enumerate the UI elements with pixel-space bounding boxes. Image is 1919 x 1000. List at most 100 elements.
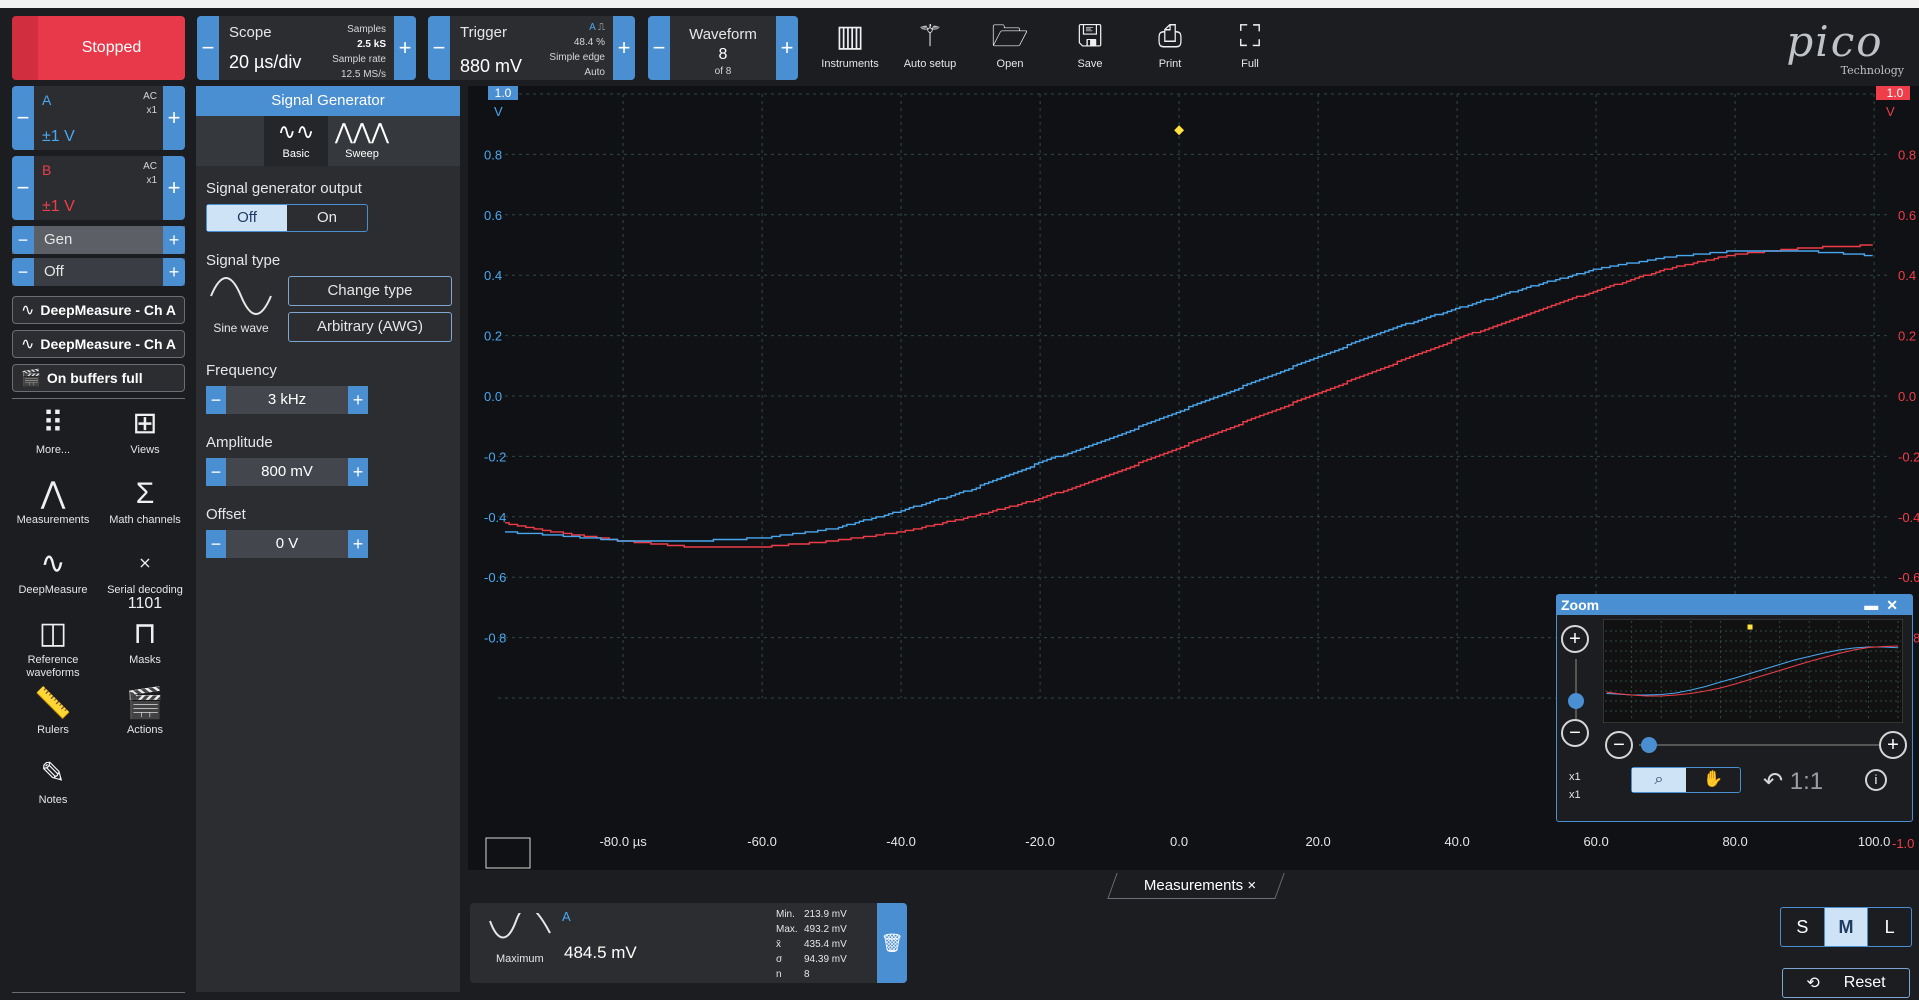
zoom-out-horizontal-button[interactable]: −	[1605, 731, 1633, 759]
x-tick-label: 80.0	[1722, 834, 1747, 849]
vertical-zoom-track[interactable]	[1575, 659, 1577, 719]
size-medium-button[interactable]: M	[1824, 908, 1869, 946]
offset-decrease[interactable]: −	[206, 530, 226, 558]
full-screen-button[interactable]: ⛶ Full	[1215, 16, 1285, 70]
horizontal-zoom-track[interactable]	[1639, 744, 1879, 746]
measurement-channel: A	[562, 909, 571, 924]
offset-increase[interactable]: +	[348, 530, 368, 558]
amplitude-decrease[interactable]: −	[206, 458, 226, 486]
print-icon: ⎙	[1158, 20, 1182, 53]
zoom-panel: Zoom ▬✕ + − − + x1 x1 ⌕ ✋ ↶ 1:1 i	[1556, 594, 1913, 822]
channel-a-range-decrease[interactable]: −	[12, 86, 34, 150]
measurement-name: Maximum	[496, 953, 544, 965]
x-tick-label: -40.0	[886, 834, 916, 849]
trash-icon: 🗑	[880, 933, 904, 953]
signal-type-label: Signal type	[206, 252, 281, 269]
fullscreen-icon: ⛶	[1239, 20, 1261, 53]
generator-row[interactable]: − Gen +	[12, 226, 185, 254]
measurement-value: 484.5 mV	[564, 943, 637, 962]
generator-state-decrease[interactable]: −	[12, 258, 34, 286]
change-type-button[interactable]: Change type	[288, 276, 452, 306]
generator-decrease[interactable]: −	[12, 226, 34, 254]
amplitude-label: Amplitude	[206, 434, 273, 451]
close-icon[interactable]: ✕	[1886, 597, 1906, 613]
scope-label: Scope	[229, 24, 272, 41]
notes-tool[interactable]: ✎ Notes	[8, 754, 98, 807]
deepmeasure-tool[interactable]: ∿ DeepMeasure	[8, 544, 98, 597]
generator-state-row[interactable]: − Off +	[12, 258, 185, 286]
zoom-in-vertical-button[interactable]: +	[1561, 625, 1589, 653]
open-button[interactable]: 🗁 Open	[975, 16, 1045, 70]
deepmeasure-pill-2[interactable]: ∿ DeepMeasure - Ch A	[12, 330, 185, 358]
offset-stepper[interactable]: − 0 V +	[206, 530, 368, 558]
offset-value[interactable]: 0 V	[226, 530, 348, 558]
auto-setup-button[interactable]: ⚚ Auto setup	[895, 16, 965, 70]
save-button[interactable]: 🖫 Save	[1055, 16, 1125, 70]
rulers-tool[interactable]: 📏 Rulers	[8, 684, 98, 737]
deepmeasure-pill-1[interactable]: ∿ DeepMeasure - Ch A	[12, 296, 185, 324]
actions-tool[interactable]: 🎬 Actions	[100, 684, 190, 737]
reference-waveforms-tool[interactable]: ◫ Reference waveforms	[8, 614, 98, 680]
size-large-button[interactable]: L	[1868, 908, 1911, 946]
instruments-button[interactable]: ▥ Instruments	[815, 16, 885, 70]
views-tool[interactable]: ⊞ Views	[100, 404, 190, 457]
signal-generator-title: Signal Generator	[196, 86, 460, 116]
timebase-decrease-button[interactable]: −	[197, 16, 219, 80]
horizontal-zoom-thumb[interactable]	[1641, 737, 1657, 753]
reset-button[interactable]: ⟲ Reset	[1782, 968, 1910, 998]
trigger-decrease-button[interactable]: −	[428, 16, 450, 80]
minimize-icon[interactable]: ▬	[1864, 597, 1886, 613]
waveform-next-button[interactable]: +	[776, 16, 798, 80]
zoom-in-horizontal-button[interactable]: +	[1879, 731, 1907, 759]
amplitude-stepper[interactable]: − 800 mV +	[206, 458, 368, 486]
undo-zoom-button[interactable]: ↶ 1:1	[1763, 767, 1823, 796]
output-label: Signal generator output	[206, 180, 362, 197]
channel-a-range-increase[interactable]: +	[163, 86, 185, 150]
print-button[interactable]: ⎙ Print	[1135, 16, 1205, 70]
zoom-mode-button[interactable]: ⌕	[1632, 768, 1686, 792]
trigger-increase-button[interactable]: +	[613, 16, 635, 80]
zoom-out-vertical-button[interactable]: −	[1561, 719, 1589, 747]
generator-increase[interactable]: +	[163, 226, 185, 254]
delete-measurement-button[interactable]: 🗑	[877, 903, 907, 983]
output-on-option[interactable]: On	[287, 205, 367, 231]
right-axis-marker-label: 1.0	[1887, 86, 1904, 100]
arbitrary-awg-button[interactable]: Arbitrary (AWG)	[288, 312, 452, 342]
frequency-decrease[interactable]: −	[206, 386, 226, 414]
tab-sweep[interactable]: ⋀⋀⋀ Sweep	[330, 116, 394, 166]
generator-state-increase[interactable]: +	[163, 258, 185, 286]
tab-basic[interactable]: ∿∿ Basic	[264, 116, 328, 166]
y-tick-label-right: 0.4	[1898, 268, 1916, 283]
sine-wave-icon	[489, 913, 551, 939]
timebase-increase-button[interactable]: +	[394, 16, 416, 80]
frequency-value[interactable]: 3 kHz	[226, 386, 348, 414]
math-channels-tool[interactable]: Σ Math channels	[100, 474, 190, 527]
timebase-value[interactable]: 20 µs/div	[229, 52, 301, 73]
size-small-button[interactable]: S	[1781, 908, 1825, 946]
output-off-option[interactable]: Off	[207, 205, 287, 231]
amplitude-value[interactable]: 800 mV	[226, 458, 348, 486]
serial-decoding-tool[interactable]: ⨯ 1101 Serial decoding	[100, 544, 190, 612]
reference-waveforms-icon: ◫	[38, 617, 68, 650]
pan-mode-button[interactable]: ✋	[1686, 768, 1740, 792]
run-stop-button[interactable]: Stopped	[12, 16, 185, 80]
channel-b-range-increase[interactable]: +	[163, 156, 185, 220]
channel-b-range-decrease[interactable]: −	[12, 156, 34, 220]
measurements-tab[interactable]: Measurements ×	[1130, 877, 1270, 894]
measurement-card[interactable]: A Maximum 484.5 mV Min. 213.9 mV Max. 493.…	[470, 903, 907, 983]
masks-tool[interactable]: ⊓ Masks	[100, 614, 190, 667]
vertical-zoom-thumb[interactable]	[1568, 693, 1584, 709]
channel-b-control[interactable]: − B ±1 V AC x1 +	[12, 156, 185, 220]
waveform-previous-button[interactable]: −	[648, 16, 670, 80]
more-tool[interactable]: ⠿ More...	[8, 404, 98, 457]
measurements-tool[interactable]: ⋀ Measurements	[8, 474, 98, 527]
zoom-overview[interactable]	[1603, 619, 1903, 723]
frequency-stepper[interactable]: − 3 kHz +	[206, 386, 368, 414]
trigger-level[interactable]: 880 mV	[460, 56, 522, 77]
frequency-increase[interactable]: +	[348, 386, 368, 414]
y-tick-label-left: -0.6	[484, 570, 506, 585]
channel-a-control[interactable]: − A ±1 V AC x1 +	[12, 86, 185, 150]
amplitude-increase[interactable]: +	[348, 458, 368, 486]
zoom-info-button[interactable]: i	[1865, 769, 1887, 791]
action-trigger-pill[interactable]: 🎬 On buffers full	[12, 364, 185, 392]
